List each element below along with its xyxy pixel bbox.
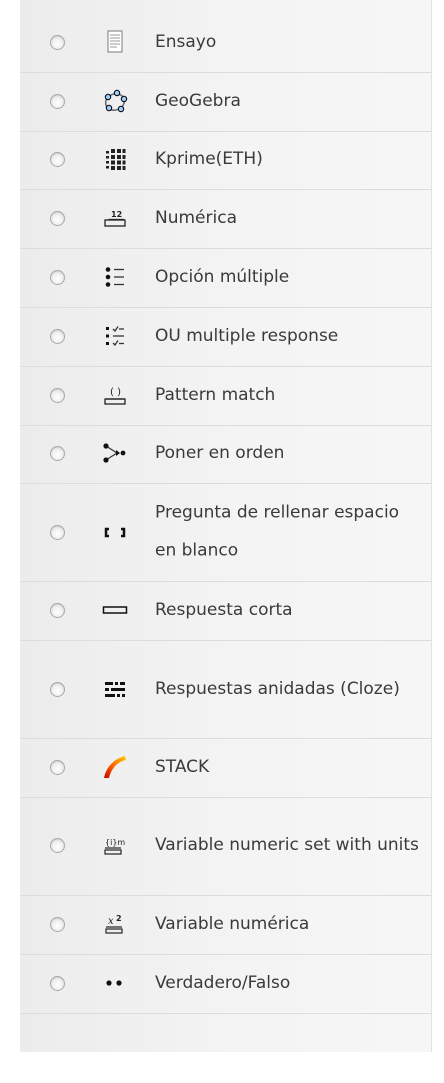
stack-icon [102, 754, 128, 780]
radio-button[interactable] [50, 524, 65, 540]
question-type-label: Variable numérica [155, 913, 310, 934]
question-type-option-rellenar[interactable]: Pregunta de rellenar espacio en blanco [20, 484, 431, 583]
radio-button[interactable] [50, 760, 65, 776]
multiresponse-icon [102, 323, 128, 349]
radio-button[interactable] [50, 916, 65, 932]
question-type-option-respuesta-corta[interactable]: Respuesta corta [20, 582, 431, 642]
question-type-label: Pattern match [155, 384, 276, 405]
question-type-option-ensayo[interactable]: Ensayo [20, 14, 431, 73]
question-type-option-geogebra[interactable]: GeoGebra [20, 73, 431, 132]
question-type-label: Poner en orden [155, 443, 285, 464]
radio-button[interactable] [50, 152, 65, 168]
question-type-label: Ensayo [155, 31, 217, 52]
cloze-icon [102, 676, 128, 702]
varnumeric-icon: x 2 [102, 911, 128, 937]
svg-text:( ): ( ) [110, 387, 121, 398]
question-type-option-opcion-multiple[interactable]: Opción múltiple [20, 249, 431, 308]
question-type-label: Kprime(ETH) [155, 149, 263, 170]
question-type-label: Numérica [155, 208, 237, 229]
question-type-option-poner-en-orden[interactable]: Poner en orden [20, 426, 431, 485]
radio-button[interactable] [50, 838, 65, 854]
question-type-label: Respuestas anidadas (Cloze) [155, 678, 400, 699]
question-type-option-truefalse[interactable]: Verdadero/Falso [20, 955, 431, 1014]
question-type-label: Opción múltiple [155, 266, 290, 287]
radio-button[interactable] [50, 328, 65, 344]
question-type-label: Pregunta de rellenar espacio en blanco [155, 502, 400, 561]
gapfill-icon [102, 519, 128, 545]
question-type-option-numerica[interactable]: 12 Numérica [20, 190, 431, 250]
radio-button[interactable] [50, 681, 65, 697]
svg-text:12: 12 [111, 210, 122, 219]
svg-text:2: 2 [116, 914, 122, 923]
question-type-option-stack[interactable]: STACK [20, 739, 431, 798]
question-type-option-varnumunit[interactable]: {i}m Variable numeric set with units [20, 798, 431, 896]
question-type-label: STACK [155, 756, 210, 777]
radio-button[interactable] [50, 34, 65, 50]
numerical-icon: 12 [102, 205, 128, 231]
geogebra-icon [102, 88, 128, 114]
question-type-label: Respuesta corta [155, 600, 293, 621]
question-type-label: OU multiple response [155, 325, 339, 346]
multichoice-icon [102, 264, 128, 290]
kprime-grid-icon [102, 146, 128, 172]
question-type-label: Variable numeric set with units [155, 835, 419, 856]
short-answer-icon [102, 597, 128, 623]
radio-button[interactable] [50, 446, 65, 462]
question-type-option-pattern-match[interactable]: ( ) Pattern match [20, 367, 431, 426]
radio-button[interactable] [50, 270, 65, 286]
radio-button[interactable] [50, 603, 65, 619]
varnumunit-icon: {i}m [102, 832, 128, 858]
question-type-list: Ensayo GeoGebra Kprime(ETH) 12 Numérica … [20, 14, 431, 1014]
question-type-option-varnumerica[interactable]: x 2 Variable numérica [20, 896, 431, 955]
question-type-option-kprime[interactable]: Kprime(ETH) [20, 132, 431, 191]
question-type-panel: Ensayo GeoGebra Kprime(ETH) 12 Numérica … [20, 0, 432, 1052]
svg-text:x: x [108, 916, 114, 927]
question-type-option-anidadas[interactable]: Respuestas anidadas (Cloze) [20, 641, 431, 740]
question-type-option-ou-multiple[interactable]: OU multiple response [20, 308, 431, 367]
pattern-match-icon: ( ) [102, 382, 128, 408]
radio-button[interactable] [50, 387, 65, 403]
essay-icon [102, 29, 128, 55]
question-type-label: Verdadero/Falso [155, 972, 291, 993]
truefalse-icon [102, 970, 128, 996]
question-type-label: GeoGebra [155, 90, 241, 111]
ordering-icon [102, 440, 128, 466]
radio-button[interactable] [50, 93, 65, 109]
svg-text:{i}m: {i}m [105, 838, 125, 847]
radio-button[interactable] [50, 975, 65, 991]
radio-button[interactable] [50, 211, 65, 227]
